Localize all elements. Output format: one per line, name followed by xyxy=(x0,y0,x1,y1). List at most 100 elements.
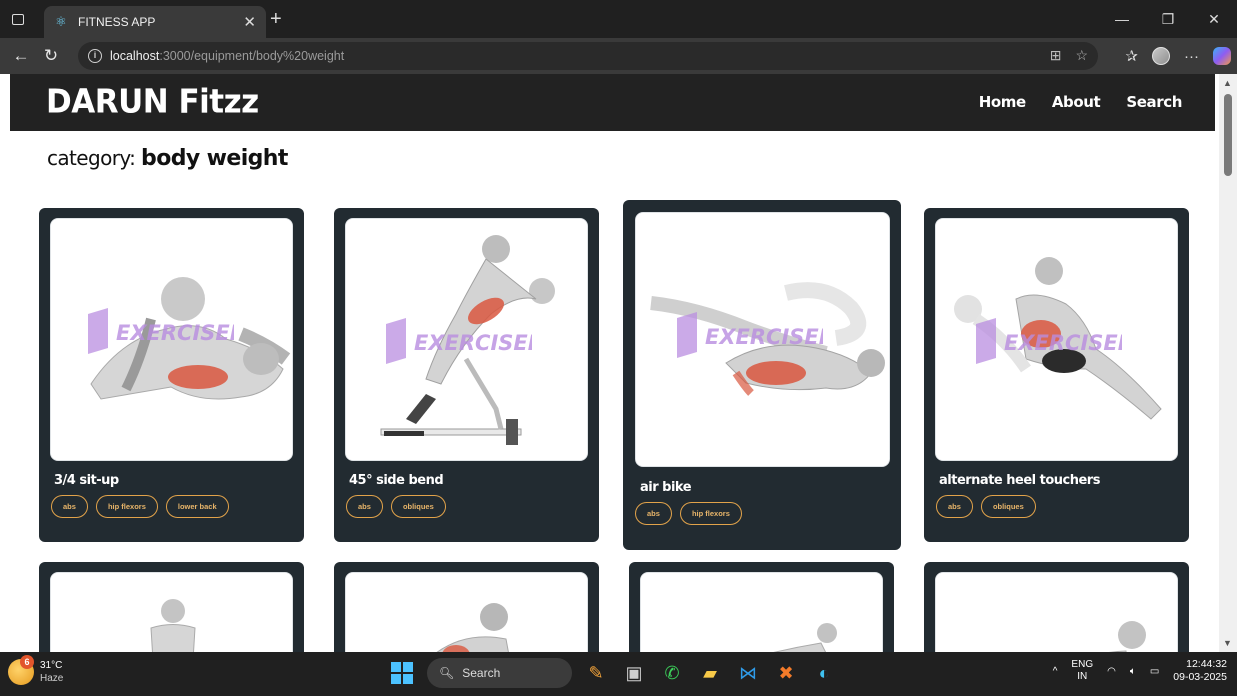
url-host: localhost xyxy=(110,49,160,63)
paint-app-icon[interactable]: ✎ xyxy=(582,659,610,687)
scroll-up-icon[interactable]: ▲ xyxy=(1223,78,1232,88)
exercise-image xyxy=(345,572,588,652)
nav-home-link[interactable]: Home xyxy=(979,93,1026,111)
exercise-card[interactable]: EXERCISEDB air bike abs hip flexors xyxy=(623,200,901,550)
favorites-icon[interactable]: ✰ xyxy=(1125,47,1138,65)
muscle-tags: abs hip flexors lower back xyxy=(51,495,229,518)
muscle-tag[interactable]: abs xyxy=(51,495,88,518)
nav-menu: Home About Search xyxy=(979,93,1183,111)
url-path: :3000/equipment/body%20weight xyxy=(159,49,345,63)
muscle-tag[interactable]: abs xyxy=(936,495,973,518)
favorite-star-icon[interactable]: ☆ xyxy=(1075,47,1088,64)
nav-about-link[interactable]: About xyxy=(1052,93,1101,111)
taskbar-search-label: Search xyxy=(462,666,501,680)
muscle-tags: abs obliques xyxy=(936,495,1036,518)
url-bar[interactable]: i localhost:3000/equipment/body%20weight… xyxy=(78,42,1098,70)
muscle-tags: abs hip flexors xyxy=(635,502,742,525)
info-icon[interactable]: i xyxy=(88,49,102,63)
heading-category: body weight xyxy=(141,146,288,171)
lang-code: ENG xyxy=(1071,659,1094,670)
new-tab-button[interactable]: + xyxy=(270,8,282,31)
muscle-tag[interactable]: lower back xyxy=(165,495,229,518)
clock-date: 09-03-2025 xyxy=(1173,671,1227,683)
clock[interactable]: 12:44:32 09-03-2025 xyxy=(1173,658,1227,684)
weather-sun-icon: 6 xyxy=(8,655,34,685)
page-scrollbar[interactable]: ▲ ▼ xyxy=(1219,74,1237,652)
file-explorer-icon[interactable]: ▰ xyxy=(696,659,724,687)
exercise-image xyxy=(935,572,1178,652)
browser-tab-bar: ⚛ FITNESS APP ✕ + — ❐ ✕ xyxy=(0,0,1237,38)
heading-prefix: category: xyxy=(47,146,136,170)
system-tray: ^ ENG IN ◠ 🔈︎ ▭ 12:44:32 09-03-2025 xyxy=(1053,658,1227,684)
muscle-tag[interactable]: obliques xyxy=(390,495,446,518)
page-viewport: DARUN Fitzz Home About Search category: … xyxy=(0,74,1237,652)
muscle-tag[interactable]: abs xyxy=(346,495,383,518)
window-controls: — ❐ ✕ xyxy=(1099,0,1237,38)
weather-badge: 6 xyxy=(20,655,34,669)
windows-icon[interactable] xyxy=(391,662,413,684)
muscle-tag[interactable]: hip flexors xyxy=(95,495,158,518)
exercise-image xyxy=(640,572,883,652)
tab-actions-icon[interactable] xyxy=(0,0,36,38)
react-icon: ⚛ xyxy=(55,14,67,29)
exercise-image xyxy=(50,572,293,652)
taskbar-apps: 🔍︎ Search ✎ ▣ ✆ ▰ ⋈ ✖ ◐ xyxy=(391,658,838,688)
search-icon: 🔍︎ xyxy=(439,666,455,680)
muscle-tag[interactable]: obliques xyxy=(980,495,1036,518)
lang-region: IN xyxy=(1077,671,1088,682)
close-window-icon[interactable]: ✕ xyxy=(1191,0,1237,38)
minimize-icon[interactable]: — xyxy=(1099,0,1145,38)
exercise-card[interactable] xyxy=(924,562,1189,652)
vscode-icon[interactable]: ⋈ xyxy=(734,659,762,687)
watermark-logo: EXERCISEDB xyxy=(976,318,1122,364)
restore-icon[interactable]: ❐ xyxy=(1145,0,1191,38)
nav-search-link[interactable]: Search xyxy=(1126,93,1182,111)
whatsapp-icon[interactable]: ✆ xyxy=(658,659,686,687)
scroll-down-icon[interactable]: ▼ xyxy=(1223,638,1232,648)
watermark-logo: EXERCISEDB xyxy=(386,318,532,364)
back-arrow-icon[interactable]: ← xyxy=(6,38,36,74)
brand-logo[interactable]: DARUN Fitzz xyxy=(46,83,259,121)
wifi-icon[interactable]: ◠ xyxy=(1107,666,1116,677)
svg-text:EXERCISEDB: EXERCISEDB xyxy=(414,331,532,355)
clock-time: 12:44:32 xyxy=(1186,658,1227,670)
browser-tab[interactable]: ⚛ FITNESS APP ✕ xyxy=(44,6,266,38)
profile-avatar[interactable] xyxy=(1152,47,1170,65)
exercise-card[interactable]: EXERCISEDB alternate heel touchers abs o… xyxy=(924,208,1189,542)
more-options-icon[interactable]: ··· xyxy=(1184,48,1199,65)
muscle-tag[interactable]: hip flexors xyxy=(679,502,742,525)
exercise-card[interactable]: EXERCISEDB 45° side bend abs obliques xyxy=(334,208,599,542)
watermark-logo: EXERCISEDB xyxy=(677,312,823,358)
exercise-card[interactable]: EXERCISEDB 3/4 sit-up abs hip flexors lo… xyxy=(39,208,304,542)
svg-text:EXERCISEDB: EXERCISEDB xyxy=(1004,331,1122,355)
volume-icon[interactable]: 🔈︎ xyxy=(1130,666,1136,677)
exercise-name: 45° side bend xyxy=(349,473,444,488)
exercise-card[interactable] xyxy=(629,562,894,652)
watermark-logo: EXERCISEDB xyxy=(88,308,234,354)
exercise-card[interactable] xyxy=(39,562,304,652)
svg-text:EXERCISEDB: EXERCISEDB xyxy=(116,321,234,345)
xampp-icon[interactable]: ✖ xyxy=(772,659,800,687)
exercise-card[interactable] xyxy=(334,562,599,652)
battery-icon[interactable]: ▭ xyxy=(1150,666,1159,677)
app-view-icon[interactable]: ⊞ xyxy=(1050,47,1062,64)
windows-taskbar: 6 31°C Haze 🔍︎ Search ✎ ▣ ✆ ▰ ⋈ ✖ ◐ ^ EN… xyxy=(0,652,1237,696)
weather-condition: Haze xyxy=(40,673,64,684)
exercise-name: air bike xyxy=(640,480,692,495)
taskbar-search[interactable]: 🔍︎ Search xyxy=(427,658,572,688)
copilot-icon[interactable] xyxy=(1213,47,1231,65)
scrollbar-thumb[interactable] xyxy=(1224,94,1232,176)
task-view-icon[interactable]: ▣ xyxy=(620,659,648,687)
exercise-name: alternate heel touchers xyxy=(939,473,1100,488)
edge-icon[interactable]: ◐ xyxy=(810,659,838,687)
muscle-tag[interactable]: abs xyxy=(635,502,672,525)
page-title: category: body weight xyxy=(47,146,288,171)
address-toolbar: ← ↻ i localhost:3000/equipment/body%20we… xyxy=(0,38,1237,74)
language-indicator[interactable]: ENG IN xyxy=(1071,659,1093,683)
svg-text:EXERCISEDB: EXERCISEDB xyxy=(705,325,823,349)
weather-widget[interactable]: 6 31°C Haze xyxy=(8,655,64,685)
weather-temp: 31°C xyxy=(40,660,63,671)
refresh-icon[interactable]: ↻ xyxy=(36,38,66,74)
close-tab-icon[interactable]: ✕ xyxy=(243,13,256,31)
chevron-up-icon[interactable]: ^ xyxy=(1053,666,1058,677)
